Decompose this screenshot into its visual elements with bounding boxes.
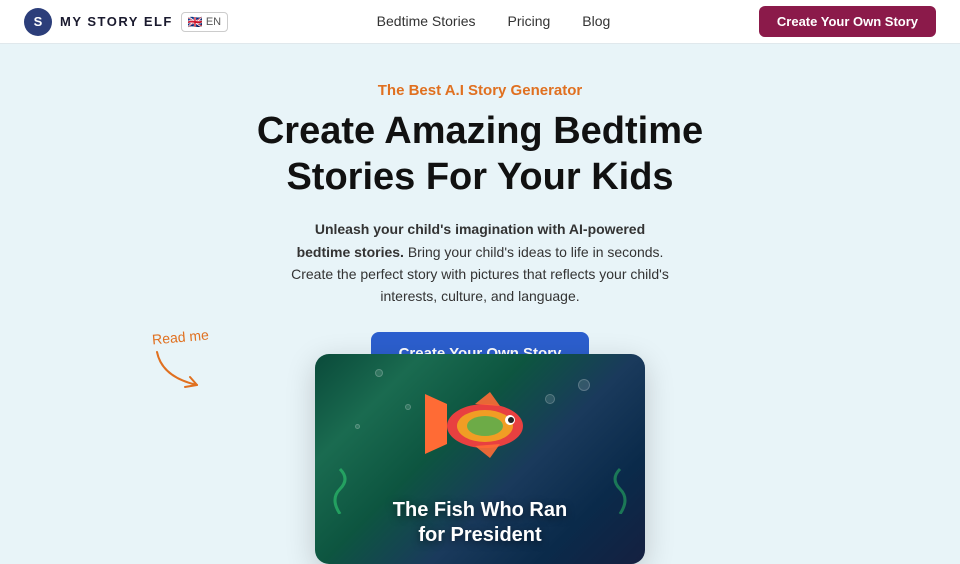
hero-section: The Best A.I Story Generator Create Amaz… xyxy=(0,44,960,461)
seaweed-right xyxy=(605,464,635,514)
story-card-preview[interactable]: The Fish Who Ran for President xyxy=(315,354,645,564)
bubble-3 xyxy=(405,404,411,410)
bubble-5 xyxy=(355,424,360,429)
bubble-1 xyxy=(375,369,383,377)
story-card-title: The Fish Who Ran for President xyxy=(373,498,587,564)
nav-links: Bedtime Stories Pricing Blog xyxy=(377,13,611,31)
hero-title: Create Amazing Bedtime Stories For Your … xyxy=(257,109,703,200)
seaweed-left xyxy=(325,464,355,514)
navbar-brand: S MY STORY ELF 🇬🇧 EN xyxy=(24,8,228,36)
story-card-background: The Fish Who Ran for President xyxy=(315,354,645,564)
read-me-arrow-icon xyxy=(152,347,207,392)
hero-title-line2: Stories For Your Kids xyxy=(286,156,673,198)
read-me-label: Read me xyxy=(151,327,209,348)
hero-description: Unleash your child's imagination with AI… xyxy=(290,218,670,308)
logo-icon: S xyxy=(24,8,52,36)
nav-item-pricing[interactable]: Pricing xyxy=(508,13,551,31)
read-me-annotation: Read me xyxy=(152,329,209,397)
story-title-text: The Fish Who Ran for President xyxy=(393,498,567,548)
nav-cta-button[interactable]: Create Your Own Story xyxy=(759,6,936,37)
nav-item-blog[interactable]: Blog xyxy=(582,13,610,31)
nav-item-bedtime-stories[interactable]: Bedtime Stories xyxy=(377,13,476,31)
hero-subtitle: The Best A.I Story Generator xyxy=(378,82,583,99)
bubble-2 xyxy=(578,379,590,391)
navbar: S MY STORY ELF 🇬🇧 EN Bedtime Stories Pri… xyxy=(0,0,960,44)
hero-title-line1: Create Amazing Bedtime xyxy=(257,110,703,152)
fish-illustration xyxy=(420,384,540,464)
language-selector[interactable]: 🇬🇧 EN xyxy=(181,12,228,32)
brand-name: MY STORY ELF xyxy=(60,14,173,29)
bubble-4 xyxy=(545,394,555,404)
flag-icon: 🇬🇧 xyxy=(188,15,203,29)
